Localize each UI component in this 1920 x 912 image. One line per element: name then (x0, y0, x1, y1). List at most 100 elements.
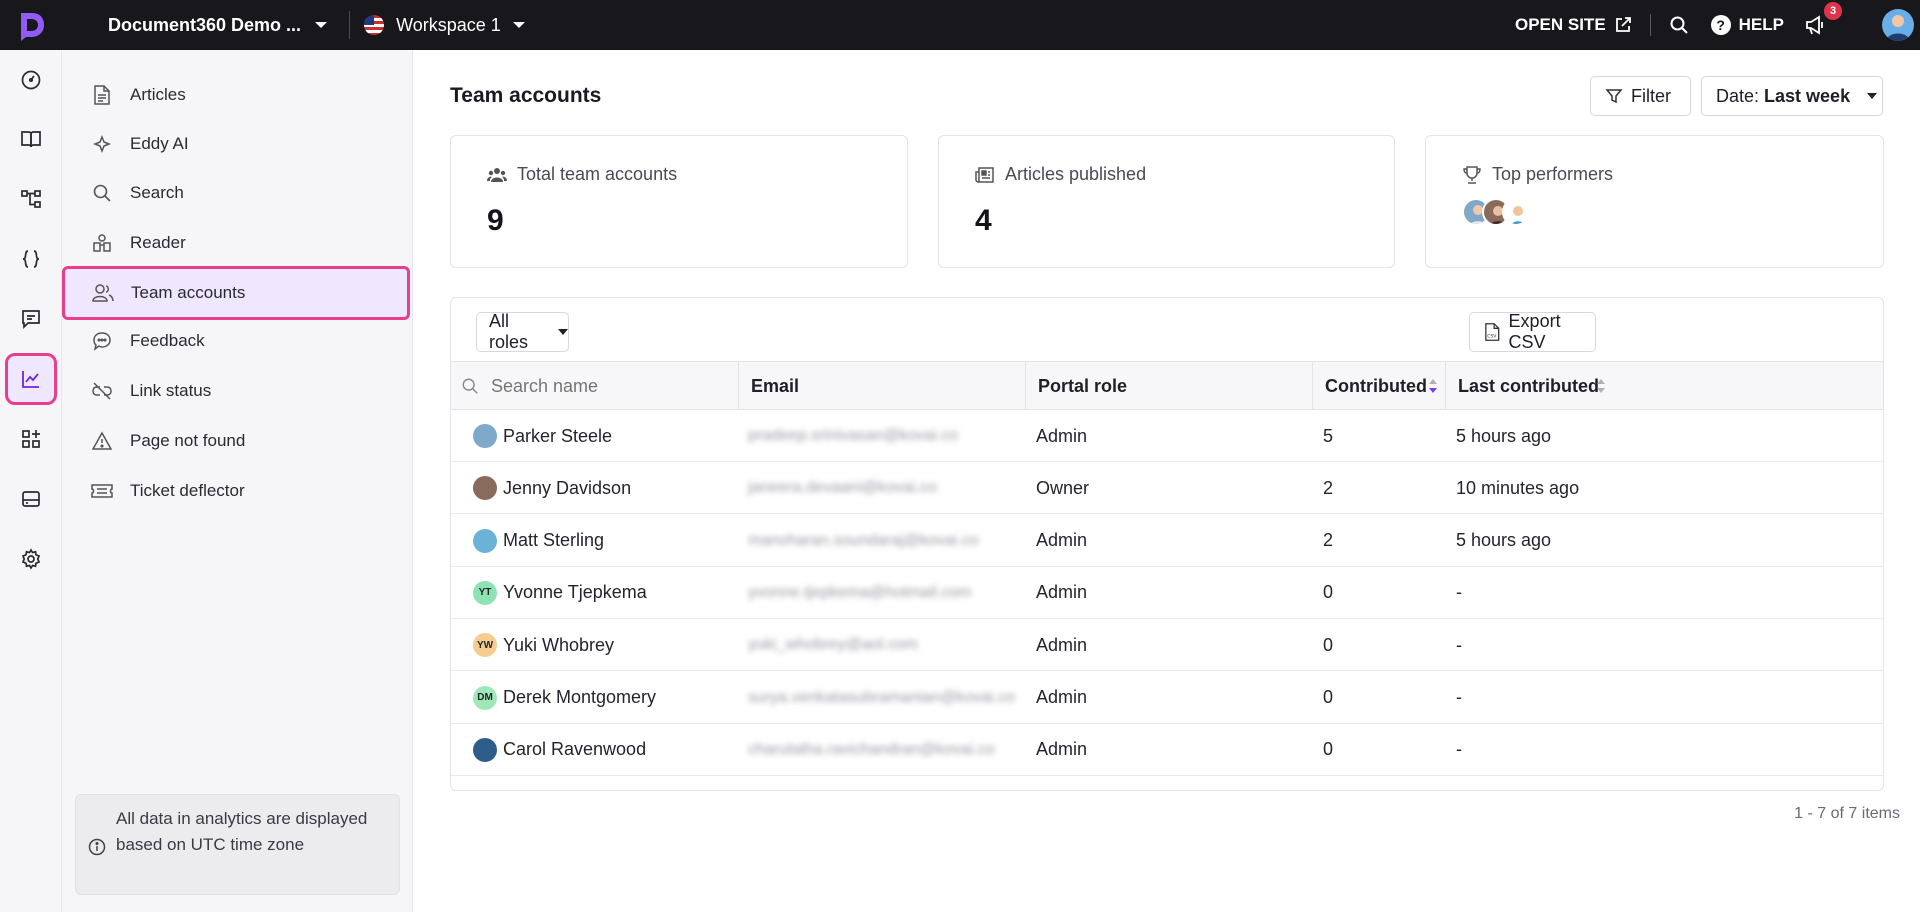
dashboard-icon[interactable] (7, 56, 55, 104)
workspace-switcher[interactable]: Workspace 1 (364, 15, 525, 36)
table-row[interactable]: Jenny Davidson janeera.devaani@kovai.co Ow… (451, 462, 1883, 515)
avatar (473, 424, 497, 448)
analytics-icon[interactable] (5, 353, 57, 405)
role-cell: Admin (1036, 739, 1088, 760)
help-label: HELP (1738, 15, 1784, 34)
contributed-cell: 2 (1323, 530, 1334, 551)
table-row[interactable]: Parker Steele pradeep.srinivasan@kovai.co… (451, 410, 1883, 462)
name-search-header[interactable] (451, 362, 738, 410)
help-icon: ? (1710, 15, 1731, 35)
sidebar-item-reader[interactable]: Reader (62, 218, 410, 268)
export-csv-label: Export CSV (1508, 311, 1561, 352)
card-value: 9 (487, 204, 504, 237)
table-row[interactable]: DM Derek Montgomery surya.venkatasubramani… (451, 672, 1883, 724)
filter-button[interactable]: Filter (1590, 76, 1691, 116)
avatar: DM (473, 685, 497, 710)
document360-logo-icon[interactable] (0, 0, 62, 50)
utc-info-note: All data in analytics are displayed base… (75, 794, 400, 895)
sidebar-item-page-not-found[interactable]: Page not found (62, 416, 410, 466)
table-row[interactable]: YW Yuki Whobrey yuki_whobrey@aol.com Admin 0… (451, 619, 1883, 672)
column-header-email[interactable]: Email (738, 362, 1025, 410)
role-cell: Admin (1036, 425, 1088, 446)
column-header-last-contributed[interactable]: Last contributed (1445, 362, 1613, 410)
search-icon[interactable] (1669, 15, 1689, 35)
warning-icon (90, 429, 114, 453)
last-contributed-cell: - (1456, 582, 1462, 603)
sidebar-item-feedback[interactable]: Feedback (62, 316, 410, 366)
sort-icon[interactable] (1429, 379, 1437, 393)
book-icon[interactable] (7, 115, 55, 163)
settings-icon[interactable] (7, 535, 55, 583)
export-csv-button[interactable]: CSV Export CSV (1469, 311, 1596, 352)
divider (349, 11, 351, 39)
sidebar-item-eddy-ai[interactable]: Eddy AI (62, 119, 410, 169)
sidebar-item-ticket-deflector[interactable]: Ticket deflector (62, 466, 410, 516)
filter-icon (1605, 89, 1623, 104)
member-name[interactable]: Carol Ravenwood (503, 739, 646, 760)
email-cell: surya.venkatasubramanian@kovai.co (748, 688, 1016, 706)
top-bar: Document360 Demo ... Workspace 1 OPEN SI… (0, 0, 1920, 50)
chevron-down-icon (512, 22, 525, 28)
column-header-contributed[interactable]: Contributed (1312, 362, 1445, 410)
project-switcher[interactable]: Document360 Demo ... (108, 14, 328, 36)
sidebar-item-articles[interactable]: Articles (62, 70, 410, 120)
sparkle-icon (90, 132, 114, 156)
member-name[interactable]: Jenny Davidson (503, 478, 631, 499)
search-icon (90, 181, 114, 205)
broken-link-icon (90, 379, 114, 403)
search-name-input[interactable] (491, 375, 731, 397)
roles-select[interactable]: All roles (476, 311, 569, 352)
chat-icon[interactable] (7, 295, 55, 343)
email-cell: pradeep.srinivasan@kovai.co (748, 427, 959, 444)
card-value: 4 (975, 204, 992, 237)
column-header-portal-role[interactable]: Portal role (1025, 362, 1312, 410)
announcements-button[interactable]: 3 (1804, 2, 1842, 38)
sidebar-item-label: Team accounts (131, 283, 246, 302)
ticket-icon (90, 479, 114, 503)
open-site-label: OPEN SITE (1514, 15, 1606, 34)
date-range-select[interactable]: Date: Last week (1701, 76, 1883, 116)
page-title: Team accounts (450, 84, 602, 107)
contributed-cell: 0 (1323, 582, 1334, 603)
code-braces-icon[interactable] (7, 235, 55, 283)
member-name[interactable]: Yuki Whobrey (503, 635, 614, 656)
note-text: All data in analytics are displayed base… (116, 809, 368, 854)
table-row[interactable]: Carol Ravenwood charulatha.ravichandran@k… (451, 724, 1883, 776)
user-avatar[interactable] (1882, 9, 1914, 41)
avatar: YT (473, 580, 497, 605)
megaphone-icon (1806, 15, 1823, 35)
sidebar-item-link-status[interactable]: Link status (62, 366, 410, 416)
sidebar-item-search[interactable]: Search (62, 168, 410, 218)
feedback-icon (90, 329, 114, 353)
drive-icon[interactable] (7, 475, 55, 523)
table-row[interactable]: Matt Sterling manoharan.soundaraj@kovai.c… (451, 515, 1883, 567)
column-header-label: Contributed (1325, 375, 1427, 396)
card-label: Articles published (1005, 164, 1147, 184)
member-name[interactable]: Parker Steele (503, 426, 612, 447)
avatar (473, 528, 497, 553)
avatar[interactable] (1502, 198, 1530, 226)
svg-text:CSV: CSV (1487, 334, 1497, 340)
email-cell: manoharan.soundaraj@kovai.co (748, 531, 979, 549)
name-cell: Carol Ravenwood (473, 724, 738, 776)
help-button[interactable]: ? HELP (1710, 15, 1784, 35)
member-name[interactable]: Derek Montgomery (503, 687, 656, 708)
sidebar-item-team-accounts[interactable]: Team accounts (62, 266, 410, 320)
roles-select-value: All roles (489, 311, 529, 352)
sidebar-item-label: Ticket deflector (130, 481, 245, 500)
caret-down-icon (1867, 93, 1878, 99)
last-contributed-cell: 5 hours ago (1456, 530, 1552, 551)
member-name[interactable]: Yvonne Tjepkema (503, 582, 647, 603)
project-name: Document360 Demo ... (108, 14, 302, 35)
sidebar-item-label: Page not found (130, 431, 246, 450)
hierarchy-icon[interactable] (7, 175, 55, 223)
email-cell: charulatha.ravichandran@kovai.co (748, 740, 995, 758)
contributed-cell: 5 (1323, 425, 1334, 446)
widgets-icon[interactable] (7, 415, 55, 463)
table-row[interactable]: YT Yvonne Tjepkema yvonne.tjepkema@hotmail… (451, 567, 1883, 619)
member-name[interactable]: Matt Sterling (503, 530, 604, 551)
name-cell: DM Derek Montgomery (473, 672, 738, 724)
sort-icon[interactable] (1597, 379, 1605, 393)
notification-badge: 3 (1824, 2, 1842, 20)
open-site-link[interactable]: OPEN SITE (1515, 15, 1632, 35)
